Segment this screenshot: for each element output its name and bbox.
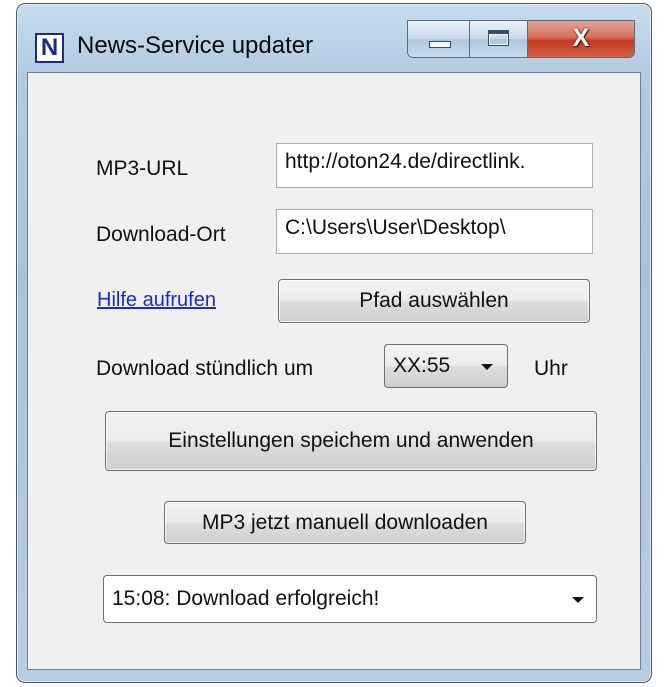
help-link[interactable]: Hilfe aufrufen: [97, 289, 216, 312]
log-dropdown[interactable]: 15:08: Download erfolgreich!: [103, 575, 597, 623]
client-area: MP3-URL http://oton24.de/directlink. Dow…: [27, 72, 641, 670]
close-button[interactable]: X: [528, 21, 634, 57]
hourly-dropdown[interactable]: XX:55: [384, 344, 508, 388]
mp3-url-input[interactable]: http://oton24.de/directlink.: [276, 143, 593, 188]
hourly-dropdown-value: XX:55: [393, 354, 451, 377]
window-title: News-Service updater: [77, 32, 314, 59]
hourly-suffix-label: Uhr: [534, 357, 568, 380]
minimize-button[interactable]: [408, 21, 470, 57]
download-location-input[interactable]: C:\Users\User\Desktop\: [276, 209, 593, 254]
save-apply-button[interactable]: Einstellungen speichem und anwenden: [105, 411, 597, 471]
hourly-label: Download stündlich um: [96, 357, 314, 380]
download-location-label: Download-Ort: [96, 223, 226, 246]
close-icon: X: [572, 24, 590, 52]
app-n-icon[interactable]: N: [35, 33, 64, 63]
minimize-icon: [429, 41, 451, 48]
maximize-button[interactable]: [470, 21, 528, 57]
choose-path-button[interactable]: Pfad auswählen: [278, 279, 590, 323]
app-window: N News-Service updater X MP3-URL http://…: [16, 3, 652, 683]
chevron-down-icon: [572, 597, 584, 603]
manual-download-button[interactable]: MP3 jetzt manuell downloaden: [164, 501, 526, 544]
caption-buttons: X: [407, 20, 635, 58]
maximize-icon: [488, 30, 509, 46]
title-bar[interactable]: N News-Service updater X: [17, 4, 651, 82]
mp3-url-label: MP3-URL: [96, 157, 189, 180]
log-dropdown-value: 15:08: Download erfolgreich!: [112, 587, 380, 610]
chevron-down-icon: [481, 364, 493, 370]
